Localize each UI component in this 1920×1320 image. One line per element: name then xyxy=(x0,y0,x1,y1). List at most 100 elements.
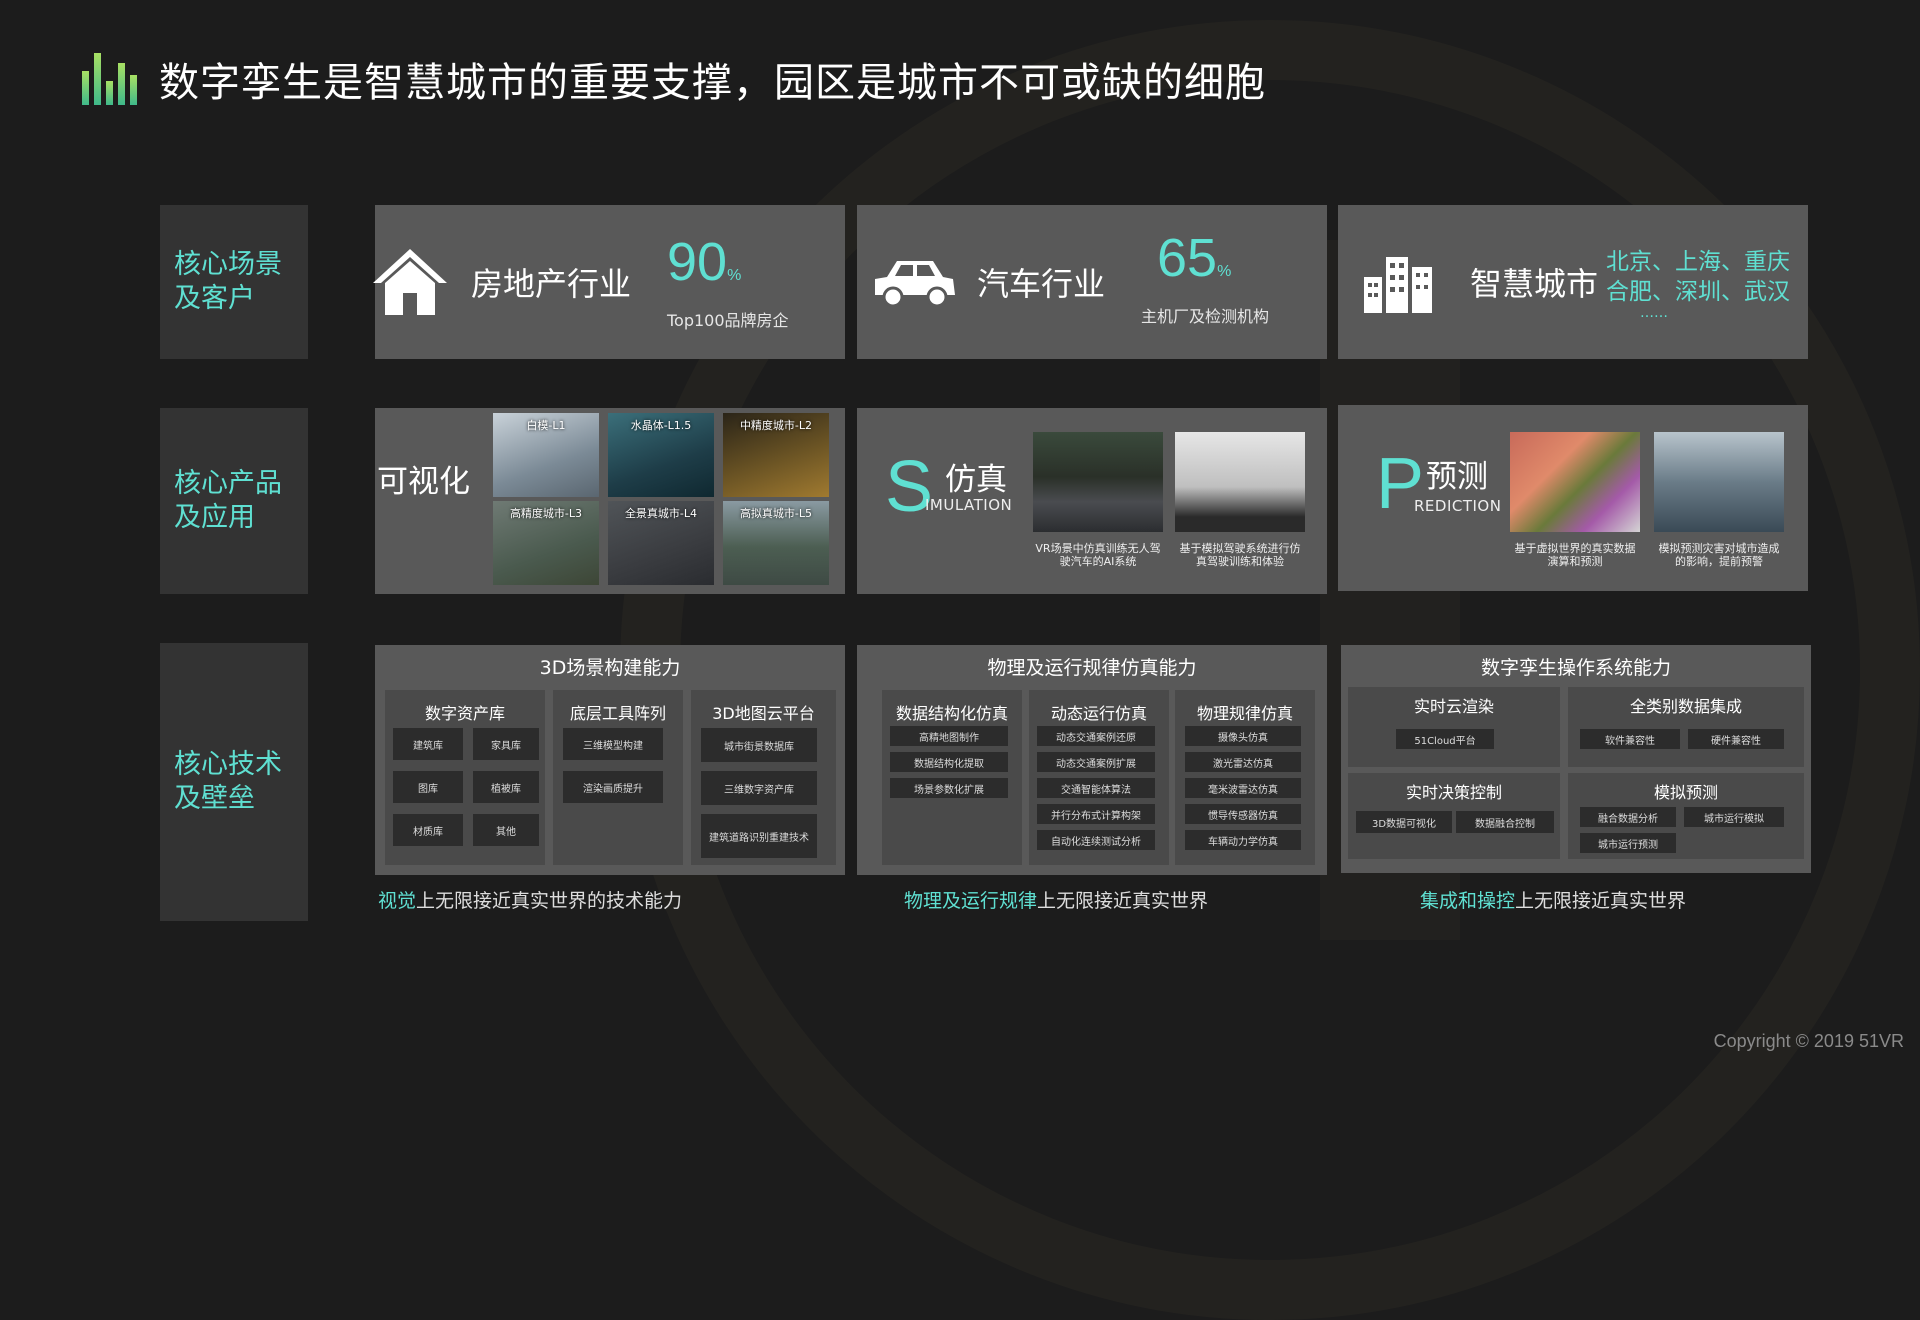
scene-percent: 90% xyxy=(667,232,742,292)
tech-col-decision: 实时决策控制 3D数据可视化 数据融合控制 xyxy=(1348,773,1560,859)
col-head: 数据结构化仿真 xyxy=(895,704,1008,723)
sim-image-road xyxy=(1033,432,1163,532)
scene-card-realestate: 房地产行业 90% Top100品牌房企 xyxy=(373,205,845,359)
product-card-simulation: S 仿真 IMULATION VR场景中仿真训练无人驾驶汽车的AI系统 基于模拟… xyxy=(857,408,1327,594)
col-head: 数字资产库 xyxy=(424,704,505,723)
tech-title: 物理及运行规律仿真能力 xyxy=(987,657,1197,679)
cities-more: …… xyxy=(1640,305,1668,321)
page-title: 数字孪生是智慧城市的重要支撑，园区是城市不可或缺的细胞 xyxy=(82,50,1266,108)
car-icon xyxy=(875,261,955,308)
scene-name: 房地产行业 xyxy=(471,265,632,303)
col-head: 动态运行仿真 xyxy=(1050,704,1147,723)
chip: 硬件兼容性 xyxy=(1688,729,1784,749)
sim-letter: S xyxy=(885,447,934,527)
row-label-tech: 核心技术 及壁垒 xyxy=(160,643,308,921)
col-head: 实时云渲染 xyxy=(1413,697,1494,716)
chip: 渲染画质提升 xyxy=(563,771,663,803)
tech-foot-1: 视觉上无限接近真实世界的技术能力 xyxy=(378,890,683,912)
title-text: 数字孪生是智慧城市的重要支撑，园区是城市不可或缺的细胞 xyxy=(159,60,1266,106)
chip: 材质库 xyxy=(393,814,463,846)
chip: 激光雷达仿真 xyxy=(1185,752,1301,772)
chip: 毫米波雷达仿真 xyxy=(1185,778,1301,798)
chip: 动态交通案例还原 xyxy=(1037,726,1155,746)
pred-image-tsunami xyxy=(1654,432,1784,532)
tech-col-cloud-render: 实时云渲染 51Cloud平台 xyxy=(1348,687,1560,767)
product-sub: REDICTION xyxy=(1414,497,1502,515)
row-label-products: 核心产品 及应用 xyxy=(160,408,308,594)
chip: 51Cloud平台 xyxy=(1396,729,1494,749)
tech-title: 3D场景构建能力 xyxy=(539,657,681,679)
thumb-l5: 高拟真城市-L5 xyxy=(723,501,829,585)
chip: 建筑库 xyxy=(393,728,463,760)
chip: 三维数字资产库 xyxy=(701,771,817,805)
sim-image-driving-rig xyxy=(1175,432,1305,532)
scene-percent: 65% xyxy=(1157,228,1232,288)
sim-caption-2: 基于模拟驾驶系统进行仿真驾驶训练和体验 xyxy=(1179,542,1301,568)
scene-percent-sub: 主机厂及检测机构 xyxy=(1141,307,1270,326)
chip: 并行分布式计算构架 xyxy=(1037,804,1155,824)
product-sub: IMULATION xyxy=(925,496,1013,514)
product-card-prediction: P 预测 REDICTION 基于虚拟世界的真实数据演算和预测 模拟预测灾害对城… xyxy=(1338,405,1808,591)
pred-image-map xyxy=(1510,432,1640,532)
chip: 数据融合控制 xyxy=(1456,811,1554,833)
chip: 植被库 xyxy=(473,771,539,803)
col-head: 实时决策控制 xyxy=(1405,783,1502,802)
tech-col-map-cloud: 3D地图云平台 城市街景数据库 三维数字资产库 建筑道路识别重建技术 xyxy=(691,690,836,865)
thumb-l2: 中精度城市-L2 xyxy=(723,413,829,497)
product-name: 可视化 xyxy=(377,464,470,500)
chip: 图库 xyxy=(393,771,463,803)
bar-chart-icon xyxy=(82,53,137,105)
chip: 摄像头仿真 xyxy=(1185,726,1301,746)
thumb-l4: 全景真城市-L4 xyxy=(608,501,714,585)
chip: 融合数据分析 xyxy=(1580,807,1676,827)
tech-title: 数字孪生操作系统能力 xyxy=(1480,657,1671,679)
chip: 惯导传感器仿真 xyxy=(1185,804,1301,824)
tech-col-data-integration: 全类别数据集成 软件兼容性 硬件兼容性 xyxy=(1568,687,1804,767)
col-head: 3D地图云平台 xyxy=(712,704,815,723)
scene-percent-sub: Top100品牌房企 xyxy=(667,311,789,330)
tech-col-asset-library: 数字资产库 建筑库 家具库 图库 植被库 材质库 其他 xyxy=(385,690,545,865)
chip: 建筑道路识别重建技术 xyxy=(701,814,817,858)
tech-col-dynamic: 动态运行仿真 动态交通案例还原 动态交通案例扩展 交通智能体算法 并行分布式计算… xyxy=(1029,690,1169,865)
chip: 高精地图制作 xyxy=(890,726,1008,746)
col-head: 全类别数据集成 xyxy=(1629,697,1742,716)
chip: 车辆动力学仿真 xyxy=(1185,830,1301,850)
tech-card-os: 数字孪生操作系统能力 实时云渲染 51Cloud平台 全类别数据集成 软件兼容性… xyxy=(1341,645,1811,873)
tech-col-tools: 底层工具阵列 三维模型构建 渲染画质提升 xyxy=(553,690,683,865)
chip: 家具库 xyxy=(473,728,539,760)
chip: 城市街景数据库 xyxy=(701,728,817,762)
chip: 其他 xyxy=(473,814,539,846)
tech-col-prediction: 模拟预测 融合数据分析 城市运行模拟 城市运行预测 xyxy=(1568,773,1804,859)
city-buildings-icon xyxy=(1364,257,1432,313)
col-head: 底层工具阵列 xyxy=(569,704,666,723)
chip: 动态交通案例扩展 xyxy=(1037,752,1155,772)
copyright: Copyright © 2019 51VR xyxy=(1713,1031,1904,1051)
cities-line-1: 北京、上海、重庆 xyxy=(1606,249,1790,275)
chip: 软件兼容性 xyxy=(1580,729,1680,749)
product-card-visualization: 可视化 白模-L1 水晶体-L1.5 中精度城市-L2 高精度城市-L3 全景真… xyxy=(375,408,845,594)
tech-card-3d-scene: 3D场景构建能力 数字资产库 建筑库 家具库 图库 植被库 材质库 其他 底层工… xyxy=(375,645,845,875)
tech-col-data-structure: 数据结构化仿真 高精地图制作 数据结构化提取 场景参数化扩展 xyxy=(882,690,1022,865)
scene-card-smartcity: 智慧城市 北京、上海、重庆 合肥、深圳、武汉 …… xyxy=(1338,205,1808,359)
chip: 场景参数化扩展 xyxy=(890,778,1008,798)
chip: 自动化连续测试分析 xyxy=(1037,830,1155,850)
chip: 数据结构化提取 xyxy=(890,752,1008,772)
tech-foot-2: 物理及运行规律上无限接近真实世界 xyxy=(904,890,1209,912)
scene-name: 智慧城市 xyxy=(1470,265,1599,303)
chip: 城市运行模拟 xyxy=(1684,807,1784,827)
tech-foot-3: 集成和操控上无限接近真实世界 xyxy=(1420,890,1687,912)
chip: 城市运行预测 xyxy=(1580,833,1676,853)
product-name: 预测 xyxy=(1426,459,1488,495)
row-label-scenes: 核心场景 及客户 xyxy=(160,205,308,359)
house-icon xyxy=(373,249,447,315)
thumb-l3: 高精度城市-L3 xyxy=(493,501,599,585)
tech-col-physics: 物理规律仿真 摄像头仿真 激光雷达仿真 毫米波雷达仿真 惯导传感器仿真 车辆动力… xyxy=(1175,690,1315,865)
tech-card-physics-sim: 物理及运行规律仿真能力 数据结构化仿真 高精地图制作 数据结构化提取 场景参数化… xyxy=(857,645,1327,875)
pred-caption-1: 基于虚拟世界的真实数据演算和预测 xyxy=(1514,542,1636,568)
cities-line-2: 合肥、深圳、武汉 xyxy=(1606,279,1790,305)
col-head: 模拟预测 xyxy=(1653,783,1718,802)
col-head: 物理规律仿真 xyxy=(1196,704,1293,723)
chip: 三维模型构建 xyxy=(563,728,663,760)
thumb-l15: 水晶体-L1.5 xyxy=(608,413,714,497)
scene-card-auto: 汽车行业 65% 主机厂及检测机构 xyxy=(857,205,1327,359)
